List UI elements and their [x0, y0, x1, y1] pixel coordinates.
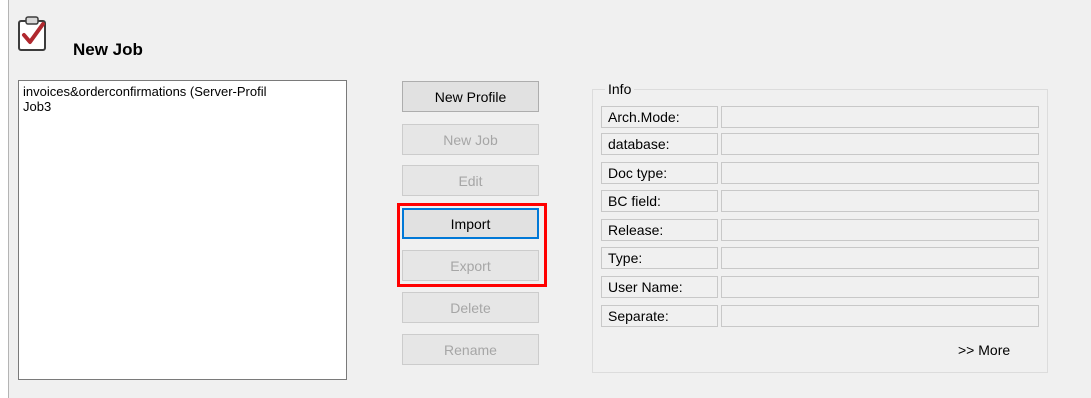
info-label: Type: — [601, 247, 718, 269]
job-listbox[interactable]: invoices&orderconfirmations (Server-Prof… — [18, 80, 347, 380]
info-label: database: — [601, 133, 718, 155]
more-link[interactable]: >> More — [958, 342, 1010, 358]
delete-button[interactable]: Delete — [402, 292, 539, 323]
info-value-field — [721, 162, 1039, 184]
page-title: New Job — [73, 40, 143, 59]
info-label: Doc type: — [601, 162, 718, 184]
info-group-label: Info — [605, 82, 635, 97]
info-value-field — [721, 190, 1039, 212]
info-label: User Name: — [601, 276, 718, 298]
edit-button[interactable]: Edit — [402, 165, 539, 196]
export-button[interactable]: Export — [402, 250, 539, 281]
info-label: Release: — [601, 219, 718, 241]
import-button[interactable]: Import — [402, 208, 539, 239]
info-label: BC field: — [601, 190, 718, 212]
list-item[interactable]: Job3 — [23, 99, 342, 114]
list-item[interactable]: invoices&orderconfirmations (Server-Prof… — [23, 84, 342, 99]
new-job-button[interactable]: New Job — [402, 124, 539, 155]
rename-button[interactable]: Rename — [402, 334, 539, 365]
info-label: Arch.Mode: — [601, 106, 718, 128]
info-value-field — [721, 106, 1039, 128]
info-value-field — [721, 305, 1039, 327]
info-value-field — [721, 276, 1039, 298]
info-label: Separate: — [601, 305, 718, 327]
new-profile-button[interactable]: New Profile — [402, 81, 539, 112]
info-value-field — [721, 247, 1039, 269]
clipboard-check-icon — [16, 16, 50, 52]
info-value-field — [721, 133, 1039, 155]
info-value-field — [721, 219, 1039, 241]
